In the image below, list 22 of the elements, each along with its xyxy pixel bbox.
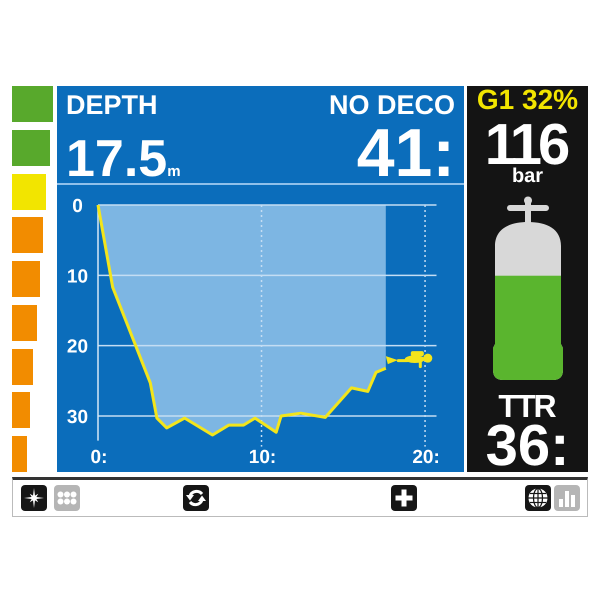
x-tick-label: 20: <box>412 447 440 468</box>
plus-icon[interactable] <box>391 485 417 511</box>
y-tick-label: 20 <box>66 336 88 358</box>
diver-icon <box>386 351 432 368</box>
gas-mix-label: G1 32% <box>476 86 578 114</box>
globe-icon[interactable] <box>524 485 550 511</box>
y-tick-label: 0 <box>72 196 83 217</box>
depth-value: 17.5 <box>66 135 168 183</box>
compass-star-icon[interactable] <box>20 485 46 511</box>
x-tick-label: 0: <box>90 447 108 468</box>
circular-arrows-icon[interactable] <box>182 485 208 511</box>
pressure-unit: bar <box>512 167 544 185</box>
no-deco-label: NO DECO <box>328 91 455 119</box>
no-deco-time: 41: <box>356 124 455 182</box>
x-tick-label: 10: <box>248 447 276 468</box>
ttr-value: 36: <box>486 423 570 469</box>
depth-unit: m <box>167 164 181 180</box>
tank-pressure-value: 116 <box>484 122 568 168</box>
depth-label: DEPTH <box>66 91 158 119</box>
y-tick-label: 10 <box>66 266 88 288</box>
ttr-label: TTR <box>498 390 556 422</box>
y-tick-label: 30 <box>66 406 88 428</box>
